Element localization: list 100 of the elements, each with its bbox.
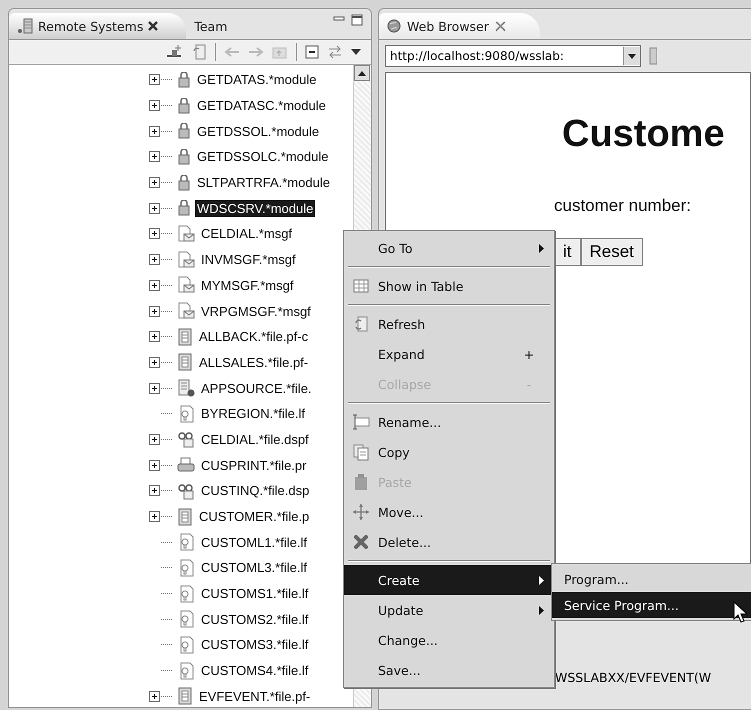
menu-item[interactable]: Update (344, 595, 554, 625)
table-document-icon (177, 353, 193, 372)
menu-item[interactable]: Rename... (344, 407, 554, 437)
maximize-icon[interactable] (351, 14, 363, 26)
refresh-icon (353, 315, 369, 333)
menu-item[interactable]: Refresh (344, 309, 554, 339)
dropdown-triangle-icon[interactable] (351, 48, 361, 56)
lock-document-icon (177, 98, 191, 114)
tree-item[interactable]: CELDIAL.*file.dspf (199, 430, 311, 448)
tree-branch-icon[interactable] (149, 690, 173, 702)
envelope-document-icon (177, 250, 195, 269)
view-tab[interactable]: Web Browser (379, 13, 540, 39)
scroll-up-arrow-icon[interactable] (358, 70, 366, 76)
menu-item[interactable]: Service Program... (552, 592, 751, 618)
tree-item[interactable]: BYREGION.*file.lf (199, 405, 308, 422)
table-icon (353, 279, 369, 293)
menu-item[interactable]: Create (344, 565, 554, 595)
table-document-icon (177, 687, 193, 706)
tree-branch-icon[interactable] (149, 177, 173, 188)
tree-item[interactable]: CUSTINQ.*file.dsp (199, 482, 312, 500)
menu-item[interactable]: Expand + (344, 339, 554, 369)
tree-branch-icon[interactable] (149, 382, 173, 394)
menu-item[interactable]: Copy (344, 437, 554, 467)
tree-branch-icon[interactable] (149, 126, 173, 137)
tree-branch-icon[interactable] (149, 280, 173, 291)
tree-item[interactable]: CUSTOMS4.*file.lf (199, 662, 310, 680)
link-arrows-icon[interactable] (327, 45, 343, 59)
submenu-arrow-icon (539, 606, 544, 614)
clipboard-icon (353, 473, 369, 491)
tree-branch-icon[interactable] (149, 202, 173, 214)
menu-item[interactable]: Go To (344, 233, 554, 263)
printer-icon (177, 456, 195, 474)
tree-branch-icon[interactable] (149, 306, 173, 317)
lock-document-icon (177, 200, 191, 216)
menu-item[interactable]: Program... (552, 566, 751, 592)
tree-item[interactable]: GETDSSOLC.*module (195, 148, 330, 166)
pointer-cursor-icon (733, 601, 747, 623)
tree-item[interactable]: CUSTOMS2.*file.lf (199, 610, 310, 628)
globe-icon (387, 19, 401, 33)
refresh-icon[interactable] (191, 44, 207, 60)
tree-branch-icon[interactable] (149, 356, 173, 368)
tree-item[interactable]: WDSCSRV.*module (195, 200, 316, 217)
tree-item[interactable]: ALLBACK.*file.pf-c (197, 328, 310, 346)
tree-item[interactable]: ALLSALES.*file.pf- (197, 354, 310, 371)
tree-branch-icon[interactable] (149, 511, 173, 522)
tree-branch-icon[interactable] (149, 485, 173, 496)
delete-x-icon (353, 534, 369, 550)
source-document-icon (177, 379, 195, 398)
tree-item[interactable]: CUSTOML3.*file.lf (199, 559, 309, 576)
tree-branch-icon[interactable] (149, 100, 173, 112)
close-icon[interactable] (148, 21, 158, 31)
tree-item[interactable]: APPSOURCE.*file. (199, 380, 314, 397)
form-button[interactable]: it (554, 238, 580, 266)
tree-branch-icon[interactable] (149, 460, 173, 471)
tree-item[interactable]: INVMSGF.*msgf (199, 251, 298, 268)
menu-item[interactable]: Show in Table (344, 271, 554, 301)
envelope-document-icon (177, 224, 195, 243)
tree-branch-icon[interactable] (149, 254, 173, 266)
tree-item[interactable]: GETDATASC.*module (195, 97, 328, 114)
tree-item[interactable]: MYMSGF.*msgf (199, 276, 296, 294)
lock-document-icon (177, 72, 191, 88)
tree-item[interactable]: CELDIAL.*msgf (199, 225, 294, 242)
tree-item[interactable]: CUSPRINT.*file.pr (199, 456, 308, 474)
table-document-icon (177, 508, 193, 526)
envelope-document-icon (177, 276, 195, 294)
lock-document-icon (177, 148, 191, 165)
envelope-document-icon (177, 302, 195, 320)
view-tab[interactable]: Remote Systems (9, 13, 186, 39)
tree-item[interactable]: GETDSSOL.*module (195, 122, 322, 140)
menu-item[interactable]: Change... (344, 625, 554, 655)
tree-item[interactable]: EVFEVENT.*file.pf- (197, 688, 312, 705)
tree-branch-icon[interactable] (149, 74, 173, 86)
menu-item[interactable]: Move... (344, 497, 554, 527)
tree-item[interactable]: CUSTOMER.*file.p (197, 508, 312, 526)
new-connection-icon[interactable] (165, 44, 183, 60)
dropdown-triangle-icon[interactable] (628, 54, 636, 58)
glasses-icon (177, 482, 195, 500)
tree-branch-icon[interactable] (149, 228, 173, 240)
tree-item[interactable]: CUSTOML1.*file.lf (199, 534, 309, 551)
tree-item[interactable]: GETDATAS.*module (195, 71, 318, 88)
table-document-icon (177, 328, 193, 346)
collapse-all-icon[interactable] (305, 45, 319, 59)
menu-item[interactable]: Delete... (344, 527, 554, 557)
submenu-arrow-icon (539, 244, 544, 252)
url-combo[interactable]: http://localhost:9080/wsslab: (385, 45, 641, 67)
close-icon[interactable] (494, 20, 506, 32)
menu-item[interactable]: Save... (344, 655, 554, 685)
view-tab[interactable]: Team (186, 13, 250, 39)
lock-document-icon (177, 174, 191, 191)
prompt-text: customer number: (554, 196, 692, 216)
tree-branch-icon[interactable] (149, 434, 173, 445)
tree-item[interactable]: CUSTOMS3.*file.lf (199, 636, 310, 654)
server-tree-icon (17, 18, 33, 34)
tree-item[interactable]: VRPGMSGF.*msgf (199, 302, 313, 320)
tree-branch-icon[interactable] (149, 331, 173, 342)
tree-item[interactable]: SLTPARTRFA.*module (195, 174, 332, 192)
tree-branch-icon[interactable] (149, 151, 173, 162)
move-arrows-icon (352, 503, 370, 521)
tree-item[interactable]: CUSTOMS1.*file.lf (199, 585, 310, 602)
form-button[interactable]: Reset (580, 238, 643, 266)
